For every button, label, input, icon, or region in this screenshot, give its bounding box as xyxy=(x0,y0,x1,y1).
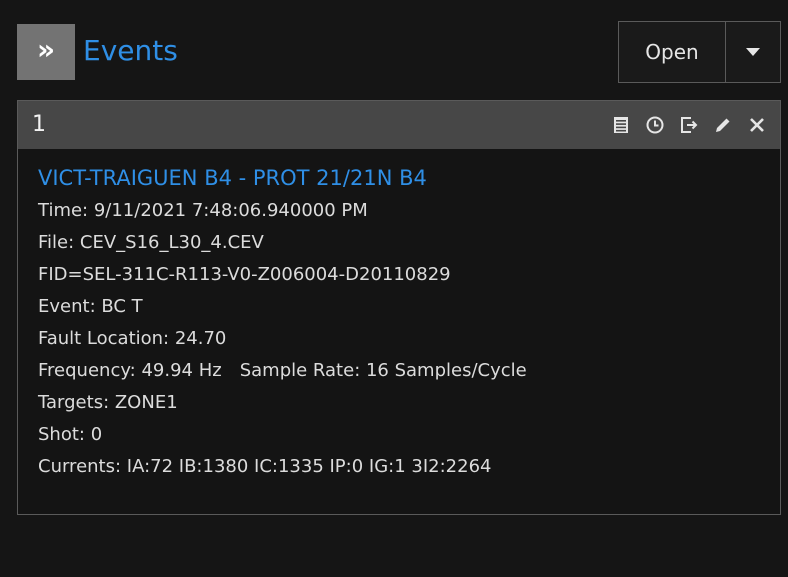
close-icon xyxy=(750,118,764,132)
edit-button[interactable] xyxy=(712,114,734,136)
export-button[interactable] xyxy=(678,114,700,136)
event-type: Event: BC T xyxy=(38,296,143,317)
edit-icon xyxy=(716,118,730,132)
open-dropdown-button[interactable] xyxy=(726,22,780,82)
expand-icon: » xyxy=(36,33,56,66)
chevron-down-icon xyxy=(746,48,760,56)
event-number: 1 xyxy=(32,112,46,137)
page-title: Events xyxy=(83,34,178,67)
event-shot: Shot: 0 xyxy=(38,424,103,445)
event-details: VICT-TRAIGUEN B4 - PROT 21/21N B4 Time: … xyxy=(18,149,780,483)
timestamp-button[interactable] xyxy=(644,114,666,136)
export-icon xyxy=(681,117,698,133)
expand-button[interactable]: » xyxy=(17,24,75,80)
event-frequency-row: Frequency: 49.94 Hz Sample Rate: 16 Sampl… xyxy=(38,355,760,387)
events-panel: » Events Open 1 VICT-TRAIGUEN B4 - PROT … xyxy=(0,0,788,577)
event-title-link[interactable]: VICT-TRAIGUEN B4 - PROT 21/21N B4 xyxy=(38,161,760,195)
close-button[interactable] xyxy=(746,114,768,136)
event-currents: Currents: IA:72 IB:1380 IC:1335 IP:0 IG:… xyxy=(38,456,492,477)
event-sample-rate: Sample Rate: 16 Samples/Cycle xyxy=(239,360,527,381)
open-button[interactable]: Open xyxy=(619,22,726,82)
open-split-button: Open xyxy=(618,21,781,83)
event-card: 1 VICT-TRAIGUEN B4 - PROT 21/21N B4 Time… xyxy=(17,100,781,515)
report-button[interactable] xyxy=(610,114,632,136)
event-card-actions xyxy=(598,101,768,149)
event-fault-location: Fault Location: 24.70 xyxy=(38,328,227,349)
event-time: Time: 9/11/2021 7:48:06.940000 PM xyxy=(38,200,368,221)
event-card-header: 1 xyxy=(18,101,780,149)
event-frequency: Frequency: 49.94 Hz xyxy=(38,360,222,381)
report-icon xyxy=(614,117,628,133)
clock-icon xyxy=(646,116,664,134)
event-targets: Targets: ZONE1 xyxy=(38,392,178,413)
event-fid: FID=SEL-311C-R113-V0-Z006004-D20110829 xyxy=(38,264,451,285)
event-file: File: CEV_S16_L30_4.CEV xyxy=(38,232,264,253)
